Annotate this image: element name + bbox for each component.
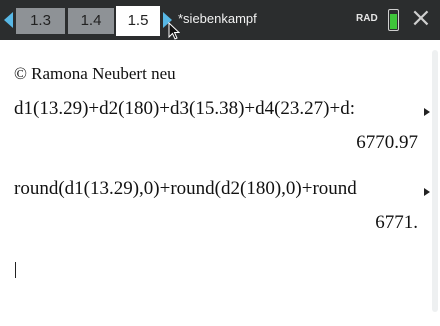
history-result-2[interactable]: 6771. [375,212,418,234]
copyright-text: © Ramona Neubert neu [14,64,176,83]
history-expression-2[interactable]: round(d1(13.29),0)+round(d2(180),0)+roun… [14,178,357,200]
entry-line[interactable] [14,258,424,284]
history-result-1[interactable]: 6770.97 [356,132,418,154]
tab-1-4[interactable]: 1.4 [68,8,114,34]
calculator-screen: 1.3 1.4 1.5 *siebenkampf RAD × © Ramona … [0,0,440,326]
scrollbar[interactable] [432,50,438,312]
angle-mode-indicator: RAD [356,13,378,24]
close-icon[interactable]: × [410,3,432,33]
tab-1-5[interactable]: 1.5 [116,6,160,36]
expression-continues-icon [424,188,430,196]
nav-left-arrow-icon[interactable] [4,12,13,28]
text-cursor [15,262,16,278]
battery-level-fill [390,14,397,29]
expression-continues-icon [424,108,430,116]
document-title: *siebenkampf [178,11,257,26]
battery-icon [388,9,399,31]
tab-bar: 1.3 1.4 1.5 *siebenkampf RAD × [0,0,440,40]
tab-1-3[interactable]: 1.3 [16,8,65,34]
mouse-pointer-icon [168,22,180,40]
history-expression-1[interactable]: d1(13.29)+d2(180)+d3(15.38)+d4(23.27)+d: [14,98,355,120]
